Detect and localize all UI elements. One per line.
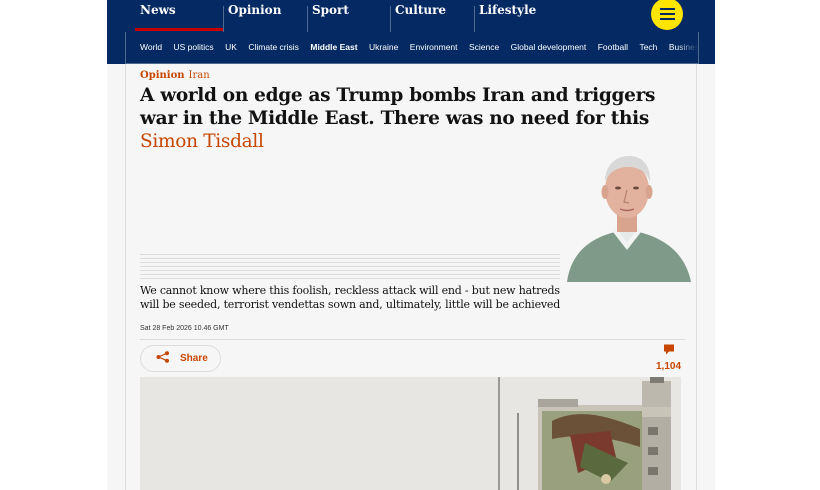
sub-nav: World US politics UK Climate crisis Midd…	[107, 32, 715, 64]
active-pillar-indicator	[135, 28, 223, 31]
hamburger-icon	[659, 18, 675, 20]
subnav-item-ukraine[interactable]: Ukraine	[369, 32, 398, 63]
article: Opinion Iran A world on edge as Trump bom…	[107, 64, 715, 490]
share-label: Share	[180, 353, 208, 364]
sub-nav-list: World US politics UK Climate crisis Midd…	[125, 32, 699, 64]
page: News Opinion Sport Culture Lifestyle Wor…	[107, 0, 715, 490]
author-portrait	[557, 152, 697, 282]
article-standfirst: We cannot know where this foolish, reckl…	[140, 284, 561, 311]
pillar-lifestyle-label: Lifestyle	[479, 3, 537, 17]
pillar-culture[interactable]: Culture	[390, 0, 474, 32]
subnav-item-world[interactable]: World	[140, 32, 162, 63]
divider	[140, 339, 685, 340]
subnav-item-environment[interactable]: Environment	[410, 32, 458, 63]
pillar-sport-label: Sport	[312, 3, 349, 17]
menu-button[interactable]	[651, 0, 683, 30]
subnav-item-science[interactable]: Science	[469, 32, 499, 63]
column-divider	[125, 64, 126, 490]
comment-icon	[663, 342, 675, 359]
pillar-lifestyle[interactable]: Lifestyle	[474, 0, 564, 32]
decorative-rules	[140, 254, 560, 282]
kicker-section-link[interactable]: Opinion	[140, 70, 185, 81]
share-button[interactable]: Share	[140, 345, 221, 372]
pillar-opinion[interactable]: Opinion	[223, 0, 307, 32]
pillar-sport[interactable]: Sport	[307, 0, 391, 32]
subnav-item-climate-crisis[interactable]: Climate crisis	[248, 32, 299, 63]
comment-count: 1,104	[655, 361, 682, 372]
pillar-opinion-label: Opinion	[228, 3, 282, 17]
subnav-item-uk[interactable]: UK	[225, 32, 237, 63]
subnav-item-football[interactable]: Football	[598, 32, 628, 63]
hamburger-icon	[659, 13, 675, 15]
article-kicker: Opinion Iran	[140, 70, 210, 81]
hamburger-icon	[659, 8, 675, 10]
comment-count-link[interactable]: 1,104	[652, 342, 685, 372]
kicker-tag-link[interactable]: Iran	[189, 70, 210, 81]
author-byline[interactable]: Simon Tisdall	[140, 131, 264, 152]
sub-nav-fade	[676, 32, 698, 63]
publish-date[interactable]: Sat 28 Feb 2026 10.46 GMT	[140, 325, 229, 332]
subnav-item-global-development[interactable]: Global development	[511, 32, 587, 63]
pillar-culture-label: Culture	[395, 3, 447, 17]
share-icon	[156, 350, 170, 368]
subnav-item-us-politics[interactable]: US politics	[174, 32, 214, 63]
subnav-item-middle-east[interactable]: Middle East	[310, 32, 357, 63]
pillar-nav: News Opinion Sport Culture Lifestyle	[107, 0, 715, 32]
pillar-news-label: News	[140, 3, 176, 17]
subnav-item-tech[interactable]: Tech	[639, 32, 657, 63]
hero-image	[140, 377, 681, 490]
article-headline: A world on edge as Trump bombs Iran and …	[140, 85, 656, 129]
